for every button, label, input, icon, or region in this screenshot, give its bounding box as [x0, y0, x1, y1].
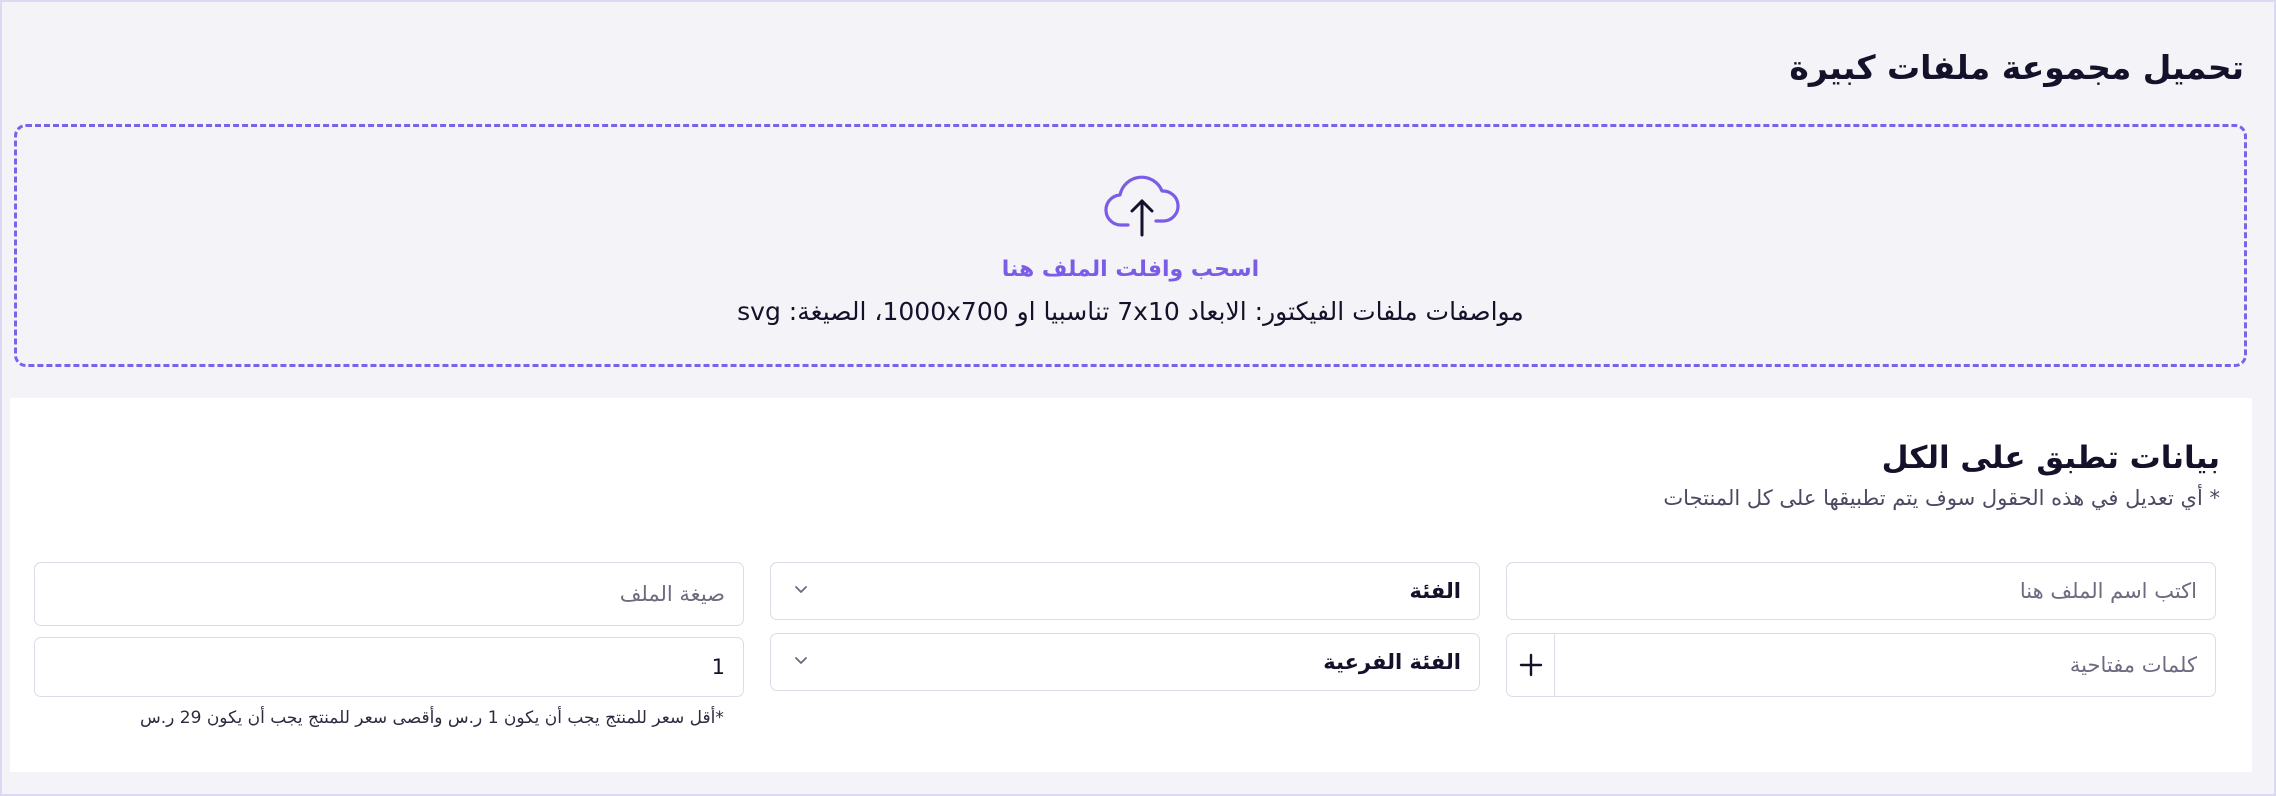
subcategory-select-label: الفئة الفرعية: [1323, 650, 1461, 674]
price-field[interactable]: [34, 637, 744, 697]
chevron-down-icon: [795, 657, 807, 664]
dropzone-spec-text: مواصفات ملفات الفيكتور: الابعاد 7x10 تنا…: [737, 297, 1524, 326]
file-name-input[interactable]: [1507, 563, 2215, 619]
shared-data-card: بيانات تطبق على الكل * أي تعديل في هذه ا…: [10, 398, 2252, 772]
price-hint: *أقل سعر للمنتج يجب أن يكون 1 ر.س وأقصى …: [140, 708, 724, 728]
subcategory-select[interactable]: الفئة الفرعية: [770, 633, 1480, 691]
price-input[interactable]: [35, 638, 743, 696]
page-title: تحميل مجموعة ملفات كبيرة: [1789, 48, 2244, 87]
chevron-down-icon: [795, 586, 807, 593]
add-keyword-button[interactable]: [1507, 634, 1555, 696]
keywords-input[interactable]: [1555, 634, 2215, 696]
plus-icon: [1519, 653, 1542, 677]
file-format-field[interactable]: [34, 562, 744, 626]
cloud-upload-icon: [1104, 175, 1180, 237]
keywords-field[interactable]: [1506, 633, 2216, 697]
page-frame: تحميل مجموعة ملفات كبيرة اسحب وافلت المل…: [0, 0, 2276, 796]
category-select-label: الفئة: [1409, 579, 1461, 603]
category-select[interactable]: الفئة: [770, 562, 1480, 620]
file-dropzone[interactable]: اسحب وافلت الملف هنا مواصفات ملفات الفيك…: [14, 124, 2247, 367]
file-format-input[interactable]: [35, 563, 743, 625]
section-title: بيانات تطبق على الكل: [1881, 440, 2220, 476]
section-note: * أي تعديل في هذه الحقول سوف يتم تطبيقها…: [1663, 486, 2220, 510]
file-name-field[interactable]: [1506, 562, 2216, 620]
dropzone-label: اسحب وافلت الملف هنا: [1001, 257, 1260, 282]
